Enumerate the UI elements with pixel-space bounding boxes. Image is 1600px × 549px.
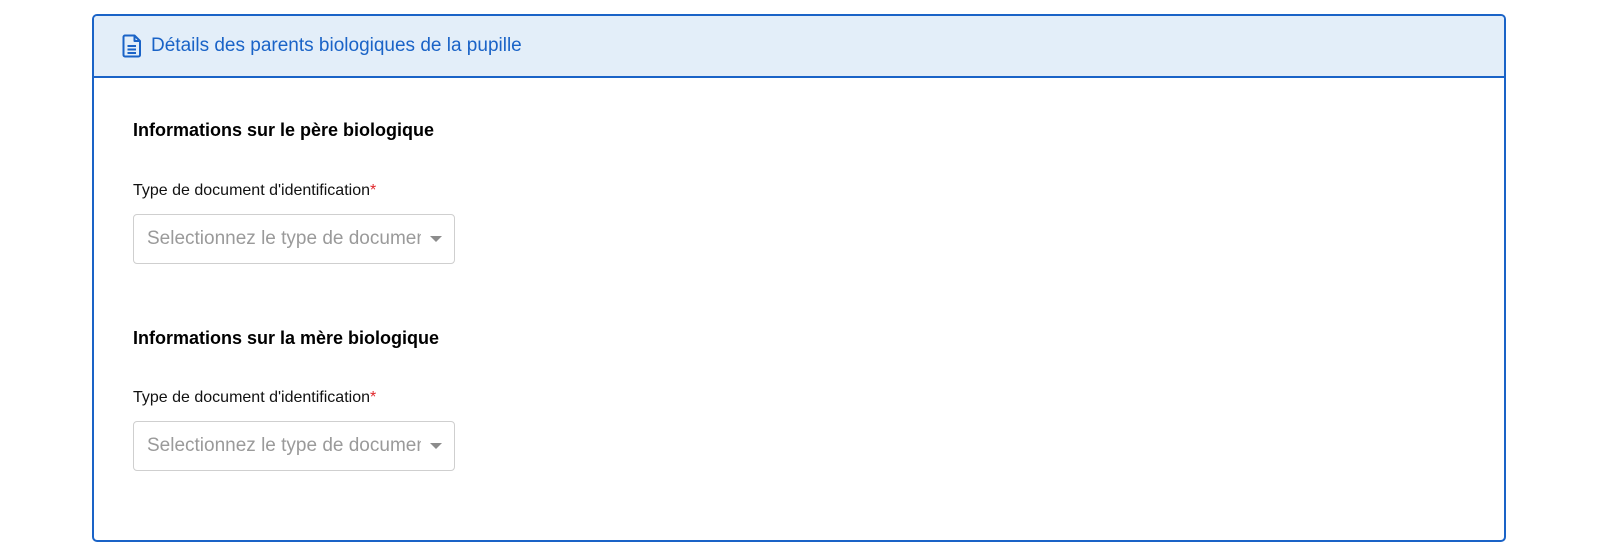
biological-parents-card: Détails des parents biologiques de la pu…	[92, 14, 1506, 542]
father-doc-type-label: Type de document d'identification*	[133, 182, 376, 200]
caret-down-icon	[430, 236, 442, 242]
select-placeholder: Selectionnez le type de document	[147, 435, 421, 456]
card-title: Détails des parents biologiques de la pu…	[151, 35, 522, 56]
caret-down-icon	[430, 443, 442, 449]
mother-doc-type-label-text: Type de document d'identification	[133, 389, 370, 406]
mother-doc-type-label: Type de document d'identification*	[133, 389, 376, 407]
father-doc-type-label-text: Type de document d'identification	[133, 182, 370, 199]
father-doc-type-select[interactable]: Selectionnez le type de document	[133, 214, 455, 264]
father-section-title: Informations sur le père biologique	[133, 120, 435, 140]
required-marker: *	[369, 182, 377, 199]
document-icon	[122, 34, 142, 58]
required-marker: *	[369, 389, 377, 406]
select-placeholder: Selectionnez le type de document	[147, 228, 421, 249]
card-header: Détails des parents biologiques de la pu…	[94, 16, 1504, 78]
mother-section-title: Informations sur la mère biologique	[133, 328, 440, 348]
mother-doc-type-select[interactable]: Selectionnez le type de document	[133, 421, 455, 471]
